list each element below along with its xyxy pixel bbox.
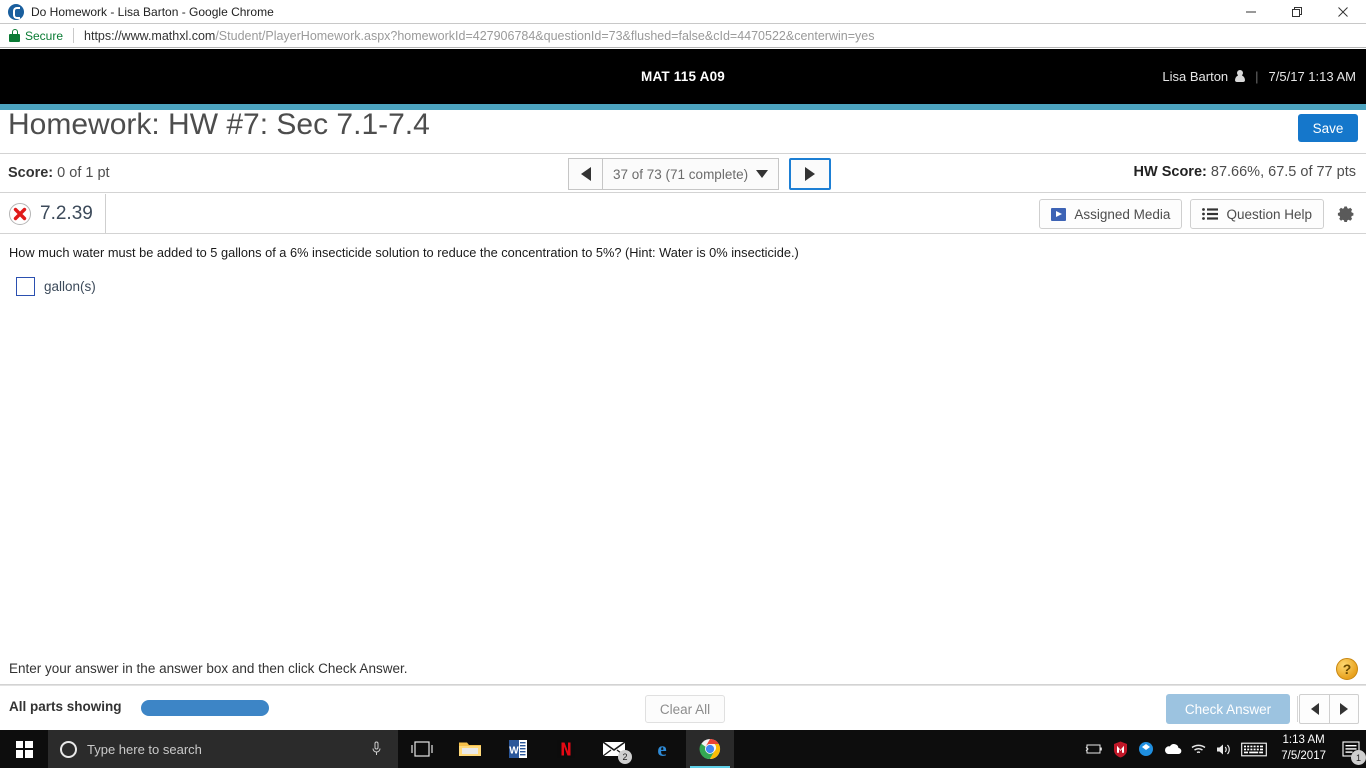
question-position-label: 37 of 73 (71 complete) [613,166,749,182]
keyboard-icon[interactable] [1237,730,1271,768]
progress-bar [141,700,269,716]
header-separator: | [1255,69,1259,84]
question-navigator: 37 of 73 (71 complete) [568,158,832,190]
hw-score-value: 87.66%, 67.5 of 77 pts [1210,164,1356,180]
battery-icon[interactable] [1081,730,1107,768]
netflix-icon[interactable] [542,730,590,768]
question-text: How much water must be added to 5 gallon… [9,245,799,260]
browser-title-bar: Do Homework - Lisa Barton - Google Chrom… [0,0,1366,24]
restore-icon[interactable] [1274,0,1320,24]
exercise-id-group: 7.2.39 [8,194,106,233]
dropbox-icon[interactable] [1133,730,1159,768]
pearson-icon [8,3,24,20]
page-title: Homework: HW #7: Sec 7.1-7.4 [8,108,430,141]
course-title: MAT 115 A09 [641,69,725,84]
parts-showing-label: All parts showing [9,699,122,714]
edge-icon[interactable]: e [638,730,686,768]
footer-toolbar: All parts showing Clear All Check Answer [0,685,1366,730]
user-area: Lisa Barton | 7/5/17 1:13 AM [1162,49,1356,104]
windows-taskbar: Type here to search W 2 e 1:13 AM 7/5/20… [0,730,1366,768]
exercise-actions: Assigned Media Question Help [1039,197,1358,231]
chevron-right-icon [805,167,816,181]
browser-address-bar[interactable]: Secure https://www.mathxl.com/Student/Pl… [0,24,1366,48]
url-host: https://www.mathxl.com [84,28,216,43]
prev-question-button[interactable] [568,158,602,190]
exercise-id: 7.2.39 [40,202,93,224]
mail-badge: 2 [618,750,632,764]
close-icon[interactable] [1320,0,1366,24]
clear-all-button[interactable]: Clear All [645,695,725,723]
exercise-header-row: 7.2.39 Assigned Media Question Help [0,194,1366,234]
microphone-icon[interactable] [366,741,386,757]
assigned-media-label: Assigned Media [1074,206,1171,222]
footer-prev-button[interactable] [1300,695,1329,723]
cortana-icon [60,740,77,758]
score-value: 0 of 1 pt [57,165,110,181]
question-score: Score: 0 of 1 pt [8,165,110,181]
question-mark-icon[interactable]: ? [1336,658,1358,680]
gear-icon[interactable] [1332,201,1358,227]
clock-date: 7/5/2017 [1281,750,1326,762]
chevron-left-icon [580,167,591,181]
app-header: MAT 115 A09 Lisa Barton | 7/5/17 1:13 AM [0,49,1366,104]
mcafee-shield-icon[interactable] [1107,730,1133,768]
question-help-button[interactable]: Question Help [1190,199,1324,229]
volume-icon[interactable] [1211,730,1237,768]
score-row: Score: 0 of 1 pt 37 of 73 (71 complete) … [0,155,1366,193]
list-icon [1202,208,1219,220]
action-center-icon[interactable]: 1 [1336,730,1366,768]
action-center-badge: 1 [1351,750,1366,765]
answer-row: gallon(s) [16,277,96,296]
edge-glyph: e [657,736,667,761]
system-tray: 1:13 AM 7/5/2017 1 [1081,730,1366,768]
footer-next-button[interactable] [1329,695,1358,723]
hw-score-label: HW Score: [1133,164,1207,180]
chevron-down-icon [756,170,769,178]
secure-label: Secure [25,28,64,43]
homework-score: HW Score: 87.66%, 67.5 of 77 pts [1134,164,1356,180]
word-icon[interactable]: W [494,730,542,768]
file-explorer-icon[interactable] [446,730,494,768]
question-area: How much water must be added to 5 gallon… [0,235,1366,657]
chevron-left-icon [1310,703,1319,715]
instruction-bar: Enter your answer in the answer box and … [0,657,1366,685]
user-avatar-icon[interactable] [1234,70,1245,83]
lock-icon [9,29,20,42]
media-play-icon [1051,207,1067,221]
homework-title-row: Homework: HW #7: Sec 7.1-7.4 Save [0,108,1366,154]
score-label: Score: [8,165,54,181]
chevron-right-icon [1340,703,1348,715]
svg-text:W: W [509,746,519,757]
taskbar-clock[interactable]: 1:13 AM 7/5/2017 [1271,730,1336,768]
assigned-media-button[interactable]: Assigned Media [1039,199,1183,229]
save-button[interactable]: Save [1298,114,1358,142]
browser-window-title: Do Homework - Lisa Barton - Google Chrom… [31,4,274,19]
question-help-label: Question Help [1226,206,1312,222]
search-input[interactable]: Type here to search [48,730,398,768]
url-text: https://www.mathxl.com/Student/PlayerHom… [84,29,874,43]
url-path: /Student/PlayerHomework.aspx?homeworkId=… [215,28,875,43]
check-answer-button[interactable]: Check Answer [1166,694,1290,724]
footer-nav-divider [1297,696,1298,722]
clock-time: 1:13 AM [1282,734,1325,747]
question-position-dropdown[interactable]: 37 of 73 (71 complete) [602,158,780,190]
user-name: Lisa Barton [1162,69,1229,84]
next-question-button[interactable] [789,158,832,190]
windows-start-icon[interactable] [0,730,48,768]
mail-icon[interactable]: 2 [590,730,638,768]
instruction-text: Enter your answer in the answer box and … [9,661,408,676]
wifi-icon[interactable] [1185,730,1211,768]
window-controls [1228,0,1366,24]
incorrect-x-icon [8,202,32,226]
chrome-icon[interactable] [686,730,734,768]
answer-input[interactable] [16,277,35,296]
task-view-icon[interactable] [398,730,446,768]
address-divider [73,28,75,43]
answer-unit-label: gallon(s) [44,279,96,294]
footer-navigation [1299,694,1359,724]
onedrive-icon[interactable] [1159,730,1185,768]
header-datetime: 7/5/17 1:13 AM [1268,69,1356,84]
minimize-icon[interactable] [1228,0,1274,24]
search-placeholder: Type here to search [87,741,202,757]
